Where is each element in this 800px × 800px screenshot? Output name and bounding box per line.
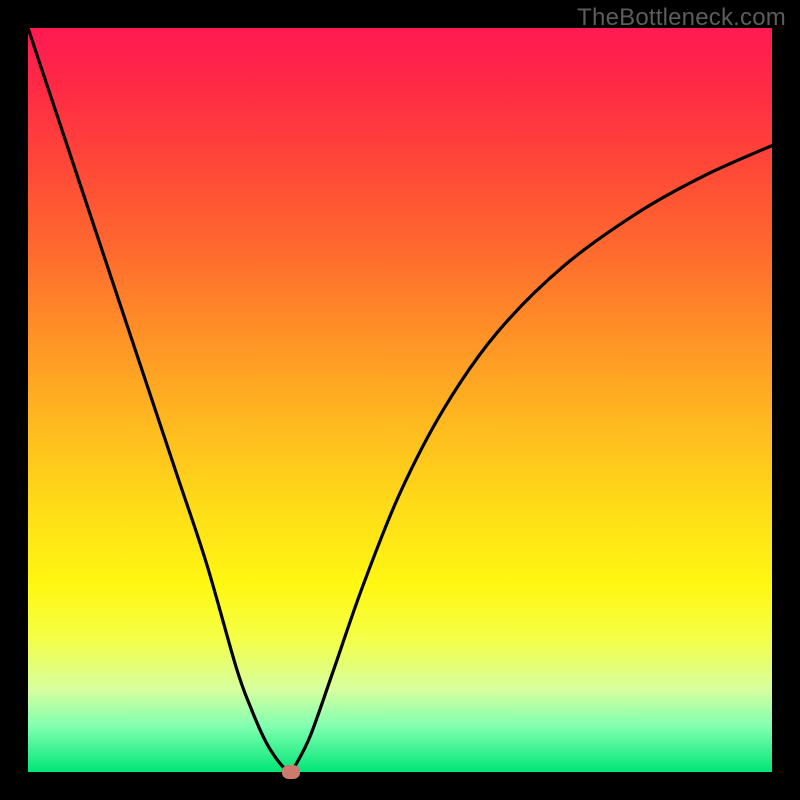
chart-frame: TheBottleneck.com bbox=[0, 0, 800, 800]
watermark-text: TheBottleneck.com bbox=[577, 4, 786, 32]
minimum-marker bbox=[282, 765, 300, 779]
plot-area bbox=[28, 28, 772, 772]
bottleneck-curve bbox=[28, 28, 772, 772]
